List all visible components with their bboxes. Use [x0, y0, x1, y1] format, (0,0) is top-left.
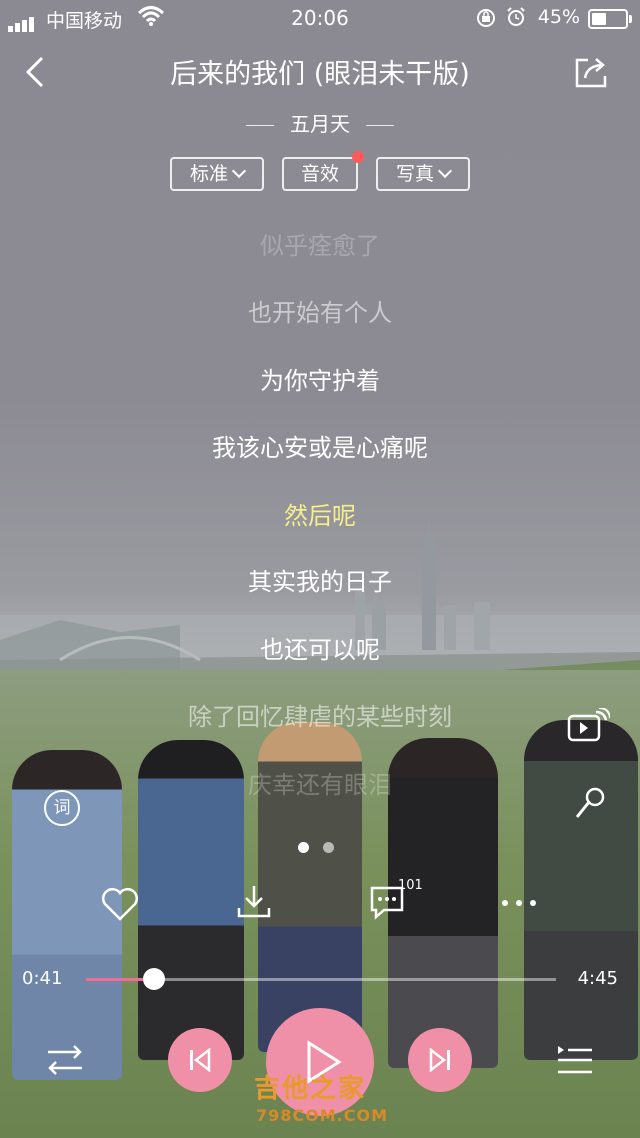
sound-effects-chip[interactable]: 音效 — [282, 151, 364, 191]
lyrics-toggle-icon[interactable]: 词 — [44, 790, 80, 826]
alarm-icon — [507, 7, 525, 26]
more-options-icon[interactable] — [500, 898, 540, 908]
previous-button[interactable] — [168, 1028, 232, 1092]
back-icon[interactable] — [20, 54, 54, 90]
page-indicator — [298, 838, 348, 857]
notification-dot — [352, 151, 364, 163]
lyric-line[interactable]: 也还可以呢 — [0, 630, 640, 665]
player-screen: 中国移动 20:06 45% 后来的我们 (眼泪未干版) 五月天 标准 音效 写… — [0, 0, 640, 1138]
like-heart-icon[interactable] — [100, 886, 140, 922]
shuffle-mode-icon[interactable] — [46, 1044, 84, 1076]
status-bar: 中国移动 20:06 45% — [0, 0, 640, 36]
chevron-down-icon — [437, 163, 453, 179]
lyric-line[interactable]: 似乎痊愈了 — [0, 226, 640, 261]
skip-next-icon — [429, 1048, 450, 1072]
lyric-line[interactable]: 庆幸还有眼泪 — [0, 765, 640, 800]
lyric-line[interactable]: 其实我的日子 — [0, 562, 640, 597]
chip-label: 音效 — [300, 163, 339, 185]
artist-name[interactable]: 五月天 — [290, 112, 350, 136]
comment-count: 101 — [398, 878, 423, 893]
playlist-icon[interactable] — [556, 1044, 594, 1076]
battery-icon — [588, 9, 632, 29]
lyric-line[interactable]: 我该心安或是心痛呢 — [0, 428, 640, 463]
artist-row: 五月天 — [0, 108, 640, 137]
watermark-url: 798COM.COM — [256, 1106, 389, 1125]
share-icon[interactable] — [572, 54, 610, 90]
lyric-line[interactable]: 除了回忆肆虐的某些时刻 — [0, 697, 640, 732]
divider — [246, 125, 274, 126]
download-icon[interactable] — [236, 884, 272, 920]
chip-label: 写真 — [395, 163, 434, 185]
elapsed-time: 0:41 — [22, 968, 63, 989]
watermark-logo: 吉他之家 — [254, 1074, 367, 1104]
progress-knob[interactable] — [142, 968, 165, 990]
page-dot-active — [298, 842, 309, 853]
chevron-down-icon — [231, 163, 247, 179]
lyric-line[interactable]: 也开始有个人 — [0, 293, 640, 328]
orientation-lock-icon — [477, 9, 495, 27]
screen-cast-icon[interactable] — [566, 708, 610, 744]
chip-label: 标准 — [189, 163, 228, 185]
skip-previous-icon — [190, 1048, 211, 1072]
microphone-icon[interactable] — [572, 786, 608, 822]
lyric-icon-label: 词 — [53, 798, 71, 818]
song-title: 后来的我们 (眼泪未干版) — [170, 59, 470, 90]
page-dot — [323, 842, 334, 853]
current-lyric-line[interactable]: 然后呢 — [0, 496, 640, 531]
lyric-line[interactable]: 为你守护着 — [0, 361, 640, 396]
mode-chips: 标准 音效 写真 — [170, 151, 470, 191]
battery-percent: 45% — [537, 6, 580, 28]
next-button[interactable] — [408, 1028, 472, 1092]
divider — [366, 125, 394, 126]
total-time: 4:45 — [577, 968, 618, 989]
standard-quality-chip[interactable]: 标准 — [170, 157, 264, 191]
photo-mode-chip[interactable]: 写真 — [376, 157, 470, 191]
